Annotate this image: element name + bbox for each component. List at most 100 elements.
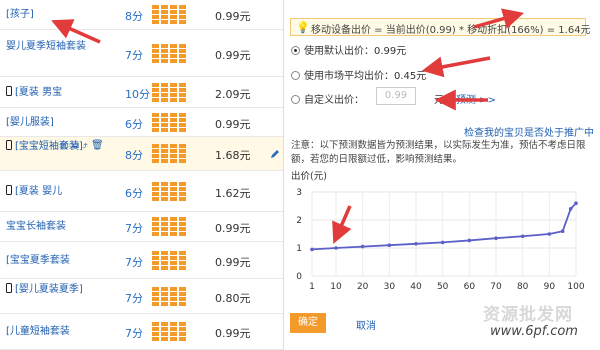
bid-tip: 💡 移动设备出价 = 当前出价(0.99) * 移动折扣(166%) = 1.6…	[290, 18, 591, 36]
score-bars	[152, 322, 190, 342]
keyword-name[interactable]: [宝宝夏季套装	[6, 254, 88, 268]
keyword-name[interactable]: 婴儿夏季短袖套装	[6, 40, 88, 54]
score-bar-cell	[152, 122, 159, 127]
score-bar-cell	[161, 43, 168, 48]
data-point	[360, 244, 365, 249]
keyword-name[interactable]: 宝宝长袖套装	[6, 220, 88, 234]
score-bar-cell	[152, 217, 159, 221]
score-bar-cell	[170, 122, 177, 127]
table-row: [孩子] 8分 0.99元	[0, 0, 285, 30]
cancel-button[interactable]: 取消	[356, 317, 376, 332]
score-bar-cell	[152, 149, 159, 153]
ok-button[interactable]: 确定	[290, 313, 326, 333]
bid-price[interactable]: 1.62元	[215, 185, 251, 201]
score-bar-cell	[161, 127, 168, 132]
option-market[interactable]: 使用市场平均出价：0.45元	[291, 67, 426, 82]
quality-score: 6分	[125, 186, 143, 200]
custom-bid-input[interactable]: 0.99	[376, 87, 416, 105]
x-tick-label: 1	[309, 282, 315, 292]
bid-price[interactable]: 1.68元	[215, 147, 251, 163]
score-bar-cell	[179, 97, 186, 102]
radio-custom[interactable]	[291, 95, 300, 104]
score-bar-cell	[161, 322, 168, 326]
score-bar-cell	[179, 82, 186, 87]
bid-price[interactable]: 0.99元	[215, 8, 251, 24]
table-row: 宝宝长袖套装 7分 0.99元	[0, 212, 285, 242]
table-row: 婴儿夏季短袖套装 7分 0.99元	[0, 30, 285, 77]
option-default-label: 使用默认出价：0.99元	[304, 46, 407, 57]
score-bar-cell	[170, 82, 177, 87]
delete-tool-icon[interactable]: 🗑	[91, 140, 104, 151]
score-bar-cell	[179, 154, 186, 158]
score-bar-cell	[170, 92, 177, 97]
option-custom[interactable]: 自定义出价：	[291, 91, 364, 106]
phone-tool-icon[interactable]: ◎	[60, 140, 69, 151]
score-bar-cell	[170, 301, 177, 306]
quality-score: 8分	[125, 10, 143, 23]
keyword-name[interactable]: [婴儿夏装夏季]	[6, 282, 88, 297]
score-bar-cell	[152, 260, 159, 265]
bid-price[interactable]: 0.99元	[215, 325, 251, 341]
score-bar-cell	[152, 186, 159, 191]
bid-price[interactable]: 0.99元	[215, 254, 251, 270]
score-bar-cell	[170, 43, 177, 48]
score-bar-cell	[170, 327, 177, 331]
keyword-name[interactable]: [孩子]	[6, 8, 88, 22]
bid-price[interactable]: 2.09元	[215, 86, 251, 102]
custom-unit: 元	[434, 95, 444, 106]
radio-default[interactable]	[291, 46, 300, 55]
option-market-label: 使用市场平均出价：0.45元	[304, 71, 427, 82]
keyword-name[interactable]: [夏装 男宝	[6, 85, 88, 100]
score-bar-cell	[170, 332, 177, 336]
keyword-name[interactable]: [婴儿服装]	[6, 116, 88, 130]
row-tools[interactable]: ◎ ⧉ ⤴ 🗑	[60, 140, 104, 151]
score-bars	[152, 5, 190, 25]
keyword-name-text: [孩子]	[6, 9, 34, 20]
score-bar-cell	[152, 97, 159, 102]
quality-score: 6分	[125, 117, 143, 131]
data-point	[547, 232, 552, 236]
keyword-name[interactable]: [儿童短袖套装	[6, 325, 88, 339]
score-bar-cell	[179, 122, 186, 127]
option-default[interactable]: 使用默认出价：0.99元	[291, 42, 406, 57]
score-bar-cell	[179, 20, 186, 24]
score-bar-cell	[152, 232, 159, 236]
data-point	[387, 243, 392, 247]
edit-pencil-icon[interactable]	[270, 149, 280, 159]
y-tick-label: 1	[296, 244, 302, 254]
x-tick-label: 70	[490, 282, 502, 292]
score-bar-cell	[161, 154, 168, 158]
check-link[interactable]: 检查我的宝贝是否处于推广中	[464, 124, 594, 139]
radio-market[interactable]	[291, 71, 300, 80]
score-bar-cell	[170, 227, 177, 231]
score-bar-cell	[179, 112, 186, 117]
score-bar-cell	[152, 327, 159, 331]
bid-price[interactable]: 0.99元	[215, 47, 251, 63]
copy-tool-icon[interactable]: ⧉	[72, 140, 79, 151]
keyword-name[interactable]: [夏装 婴儿	[6, 184, 88, 199]
forecast-link[interactable]: 预测 >>	[456, 91, 496, 106]
trend-tool-icon[interactable]: ⤴	[82, 140, 88, 151]
score-bar-cell	[161, 332, 168, 336]
y-tick-label: 2	[296, 216, 302, 226]
score-bar-cell	[161, 217, 168, 221]
bid-popup: 💡 移动设备出价 = 当前出价(0.99) * 移动折扣(166%) = 1.6…	[283, 0, 600, 350]
data-point	[414, 242, 418, 246]
quality-score: 10分	[125, 87, 150, 101]
score-bar-cell	[170, 191, 177, 196]
score-bars	[152, 112, 190, 133]
x-tick-label: 30	[384, 282, 396, 292]
score-bar-cell	[170, 260, 177, 265]
bid-price[interactable]: 0.99元	[215, 220, 251, 236]
score-bar-cell	[170, 112, 177, 117]
score-bar-cell	[170, 217, 177, 221]
score-bar-cell	[161, 82, 168, 87]
bid-price[interactable]: 0.99元	[215, 116, 251, 132]
mobile-icon	[6, 85, 12, 96]
score-bar-cell	[152, 87, 159, 92]
quality-score: 7分	[125, 255, 143, 269]
score-bar-cell	[152, 15, 159, 19]
bid-price[interactable]: 0.80元	[215, 290, 251, 306]
data-point	[440, 240, 445, 245]
score-bar-cell	[161, 53, 168, 58]
